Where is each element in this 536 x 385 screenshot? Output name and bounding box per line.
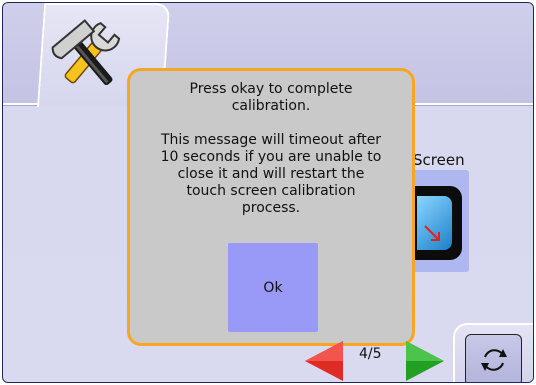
calibration-arrow-icon <box>424 225 440 241</box>
calibration-dialog: Press okay to complete calibration. This… <box>127 68 415 346</box>
page-indicator: 4/5 <box>359 346 382 362</box>
screen-setting-label: Screen <box>413 151 465 169</box>
app-screen: Screen Press okay to complete calibratio… <box>2 2 534 383</box>
dialog-message-confirm: Press okay to complete calibration. <box>189 81 353 114</box>
refresh-button[interactable] <box>465 334 522 382</box>
arrow-right-icon[interactable] <box>404 339 446 383</box>
ok-button[interactable]: Ok <box>228 243 318 332</box>
dialog-message: Press okay to complete calibration. This… <box>130 81 412 217</box>
refresh-icon <box>480 349 507 371</box>
display-screen-graphic <box>417 196 452 250</box>
tools-icon <box>51 19 121 86</box>
dialog-message-timeout: This message will timeout after 10 secon… <box>160 132 382 216</box>
arrow-left-icon[interactable] <box>303 339 345 383</box>
